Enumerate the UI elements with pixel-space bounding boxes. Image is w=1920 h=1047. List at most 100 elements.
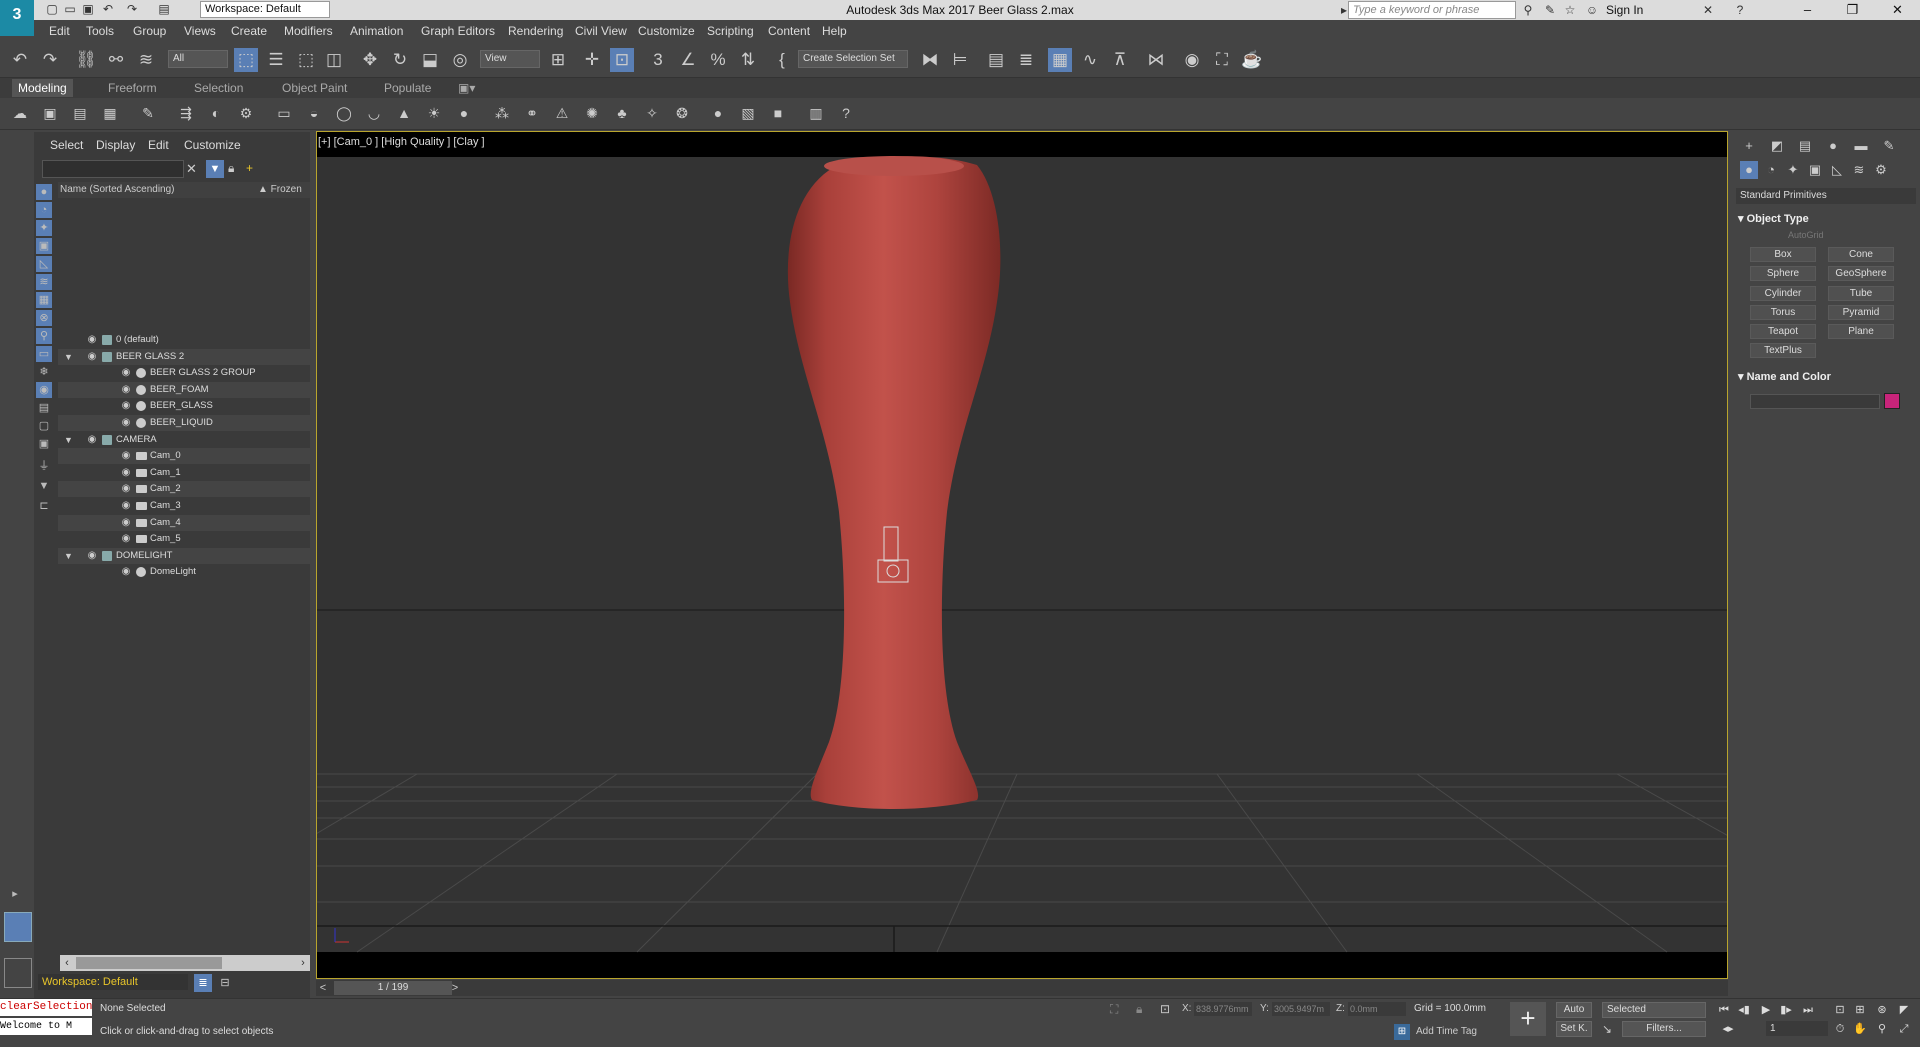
filter-funnel-icon[interactable]: ▼ [36, 478, 52, 494]
ribbon-tool-24-icon[interactable]: ▧ [738, 103, 758, 123]
column-frozen[interactable]: ▲ Frozen [258, 182, 302, 198]
display-invert-icon[interactable]: ▣ [36, 436, 52, 452]
viewport-layout-single[interactable] [4, 912, 32, 942]
scroll-thumb[interactable] [76, 957, 222, 969]
previous-frame-icon[interactable]: ◂▮ [1736, 1002, 1752, 1018]
visibility-eye-icon[interactable]: ◉ [120, 533, 132, 545]
select-by-name-icon[interactable]: ☰ [264, 48, 288, 72]
viewport-camera[interactable] [316, 131, 1728, 979]
ribbon-tool-22-icon[interactable]: ❂ [672, 103, 692, 123]
play-icon[interactable]: ▶ [1758, 1002, 1774, 1018]
se-menu-customize[interactable]: Customize [184, 138, 241, 154]
expander-icon[interactable]: ▼ [64, 432, 74, 448]
scene-search-input[interactable] [42, 160, 184, 178]
filter-sync-icon[interactable]: ⊏ [36, 498, 52, 514]
ribbon-tool-12-icon[interactable]: ◡ [364, 103, 384, 123]
menu-tools[interactable]: Tools [86, 20, 114, 42]
scene-tree-row[interactable]: ◉ 0 (default) [58, 332, 310, 348]
scene-tree-row[interactable]: ▼ ◉ BEER GLASS 2 [58, 348, 310, 365]
z-coordinate-field[interactable]: 0.0mm [1348, 1002, 1406, 1016]
time-slider[interactable]: 1 / 199 [334, 981, 452, 995]
menu-graph-editors[interactable]: Graph Editors [421, 20, 495, 42]
display-groups-icon[interactable]: ▦ [36, 292, 52, 308]
select-and-place-icon[interactable]: ◎ [448, 48, 472, 72]
menu-content[interactable]: Content [768, 20, 810, 42]
favorites-star-icon[interactable]: ☆ [1562, 2, 1578, 18]
expand-strip-icon[interactable]: ▸ [7, 886, 23, 902]
scene-tree-row[interactable]: ◉ BEER_GLASS [58, 398, 310, 414]
create-tube-button[interactable]: Tube [1828, 286, 1894, 301]
visibility-eye-icon[interactable]: ◉ [86, 334, 98, 346]
select-object-icon[interactable]: ⬚ [234, 48, 258, 72]
clear-search-icon[interactable]: ✕ [186, 161, 197, 177]
ribbon-tool-23-icon[interactable]: ● [708, 103, 728, 123]
orbit-icon[interactable]: ⊛ [1874, 1002, 1890, 1018]
display-lights-icon[interactable]: ✦ [36, 220, 52, 236]
field-of-view-icon[interactable]: ◤ [1896, 1002, 1912, 1018]
ribbon-tool-16-icon[interactable]: ⁂ [492, 103, 512, 123]
selection-lock-icon[interactable]: 🔒︎ [1136, 1002, 1142, 1017]
undo-icon[interactable]: ↶ [8, 48, 32, 72]
menu-help[interactable]: Help [822, 20, 847, 42]
menu-scripting[interactable]: Scripting [707, 20, 754, 42]
ribbon-tool-2-icon[interactable]: ▣ [40, 103, 60, 123]
se-menu-select[interactable]: Select [50, 138, 83, 154]
filter-selected-icon[interactable]: ⏚ [36, 458, 52, 474]
display-xrefs-icon[interactable]: ⊗ [36, 310, 52, 326]
undo-icon[interactable]: ↶ [100, 2, 116, 17]
modify-panel-icon[interactable]: ◩ [1768, 137, 1786, 155]
restore-button[interactable]: ❐ [1830, 0, 1875, 20]
edit-named-selection-icon[interactable]: { [770, 48, 794, 72]
y-coordinate-field[interactable]: 3005.9497m [1272, 1002, 1330, 1016]
scene-explorer-toggle-icon[interactable]: ▤ [984, 48, 1008, 72]
keyboard-shortcut-override-icon[interactable]: ⊡ [610, 48, 634, 72]
dope-sheet-icon[interactable]: ⊼ [1108, 48, 1132, 72]
layer-explorer-icon[interactable]: ≣ [1014, 48, 1038, 72]
select-and-scale-icon[interactable]: ⬓ [418, 48, 442, 72]
cameras-category-icon[interactable]: ▣ [1806, 161, 1824, 179]
menu-customize[interactable]: Customize [638, 20, 695, 42]
scene-tree-row[interactable]: ◉ BEER_LIQUID [58, 415, 310, 431]
render-production-icon[interactable]: ☕ [1240, 48, 1264, 72]
angle-snap-icon[interactable]: ∠ [676, 48, 700, 72]
create-textplus-button[interactable]: TextPlus [1750, 343, 1816, 358]
close-button[interactable]: ✕ [1875, 0, 1920, 20]
time-config-icon[interactable]: ⏱ [1832, 1021, 1848, 1037]
viewport-label[interactable]: [+] [Cam_0 ] [High Quality ] [Clay ] [318, 134, 485, 150]
display-all-icon[interactable]: ▤ [36, 400, 52, 416]
select-and-link-icon[interactable]: ⛓ [74, 48, 98, 72]
tab-populate[interactable]: Populate [378, 79, 437, 97]
shapes-category-icon[interactable]: ◔ [1762, 161, 1780, 179]
hierarchy-panel-icon[interactable]: ▤ [1796, 137, 1814, 155]
select-and-move-icon[interactable]: ✥ [358, 48, 382, 72]
create-sphere-button[interactable]: Sphere [1750, 266, 1816, 281]
scene-column-header[interactable]: Name (Sorted Ascending) ▲ Frozen [58, 182, 310, 198]
display-shapes-icon[interactable]: ◔ [36, 202, 52, 218]
curve-editor-icon[interactable]: ∿ [1078, 48, 1102, 72]
visibility-eye-icon[interactable]: ◉ [120, 400, 132, 412]
time-next-icon[interactable]: > [448, 980, 462, 996]
display-none-icon[interactable]: ▢ [36, 418, 52, 434]
se-menu-edit[interactable]: Edit [148, 138, 169, 154]
ribbon-tool-20-icon[interactable]: ♣ [612, 103, 632, 123]
key-filter-dropdown[interactable]: Selected [1602, 1002, 1706, 1018]
scene-tree-row[interactable]: ▼ ◉ CAMERA [58, 432, 310, 448]
column-name[interactable]: Name (Sorted Ascending) [60, 182, 175, 198]
rectangular-selection-icon[interactable]: ⬚ [294, 48, 318, 72]
material-editor-icon[interactable]: ◉ [1180, 48, 1204, 72]
schematic-view-icon[interactable]: ⋈ [1144, 48, 1168, 72]
rollout-name-color[interactable]: ▾ Name and Color [1738, 369, 1831, 385]
ribbon-tool-21-icon[interactable]: ✧ [642, 103, 662, 123]
ribbon-help-icon[interactable]: ? [836, 103, 856, 123]
key-mode-icon[interactable]: ↘ [1602, 1022, 1612, 1036]
display-frozen-icon[interactable]: ❄ [36, 364, 52, 380]
maximize-viewport-icon[interactable]: ⤢ [1896, 1021, 1912, 1037]
ribbon-tool-8-icon[interactable]: ⚙ [236, 103, 256, 123]
key-mode-toggle-icon[interactable]: ◂▸ [1720, 1021, 1736, 1037]
ribbon-tool-19-icon[interactable]: ✺ [582, 103, 602, 123]
object-name-input[interactable] [1750, 394, 1880, 409]
menu-views[interactable]: Views [184, 20, 216, 42]
display-bones-icon[interactable]: ⚲ [36, 328, 52, 344]
display-geometry-icon[interactable]: ● [36, 184, 52, 200]
filter-icon[interactable]: ▼ [206, 160, 224, 178]
